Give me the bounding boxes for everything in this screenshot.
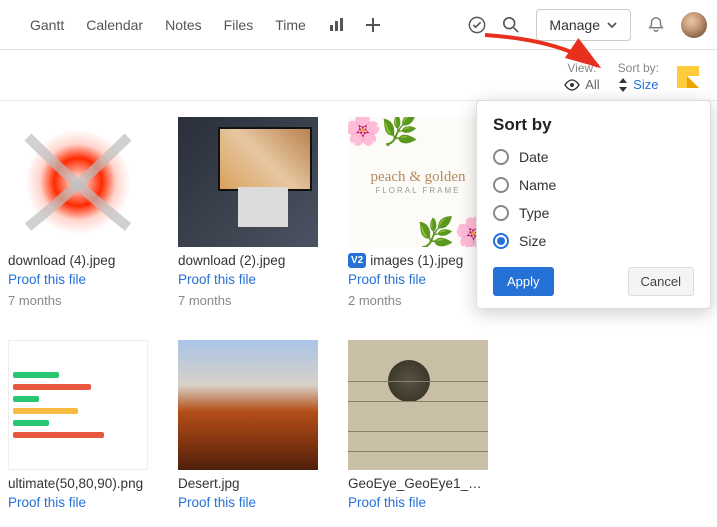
file-name: Desert.jpg bbox=[178, 476, 240, 491]
file-card[interactable]: 🌸🌿 peach & golden FLORAL FRAME 🌿🌸 V2 ima… bbox=[348, 117, 488, 308]
file-age: 7 months bbox=[178, 293, 318, 308]
thumbnail bbox=[178, 117, 318, 247]
search-icon[interactable] bbox=[502, 16, 520, 34]
sort-option-name[interactable]: Name bbox=[493, 177, 694, 193]
sort-popover: Sort by Date Name Type Size Apply Cancel bbox=[476, 100, 711, 309]
sticky-note-icon[interactable] bbox=[677, 66, 699, 88]
eye-icon bbox=[564, 79, 580, 91]
sort-label: Sort by: bbox=[618, 61, 659, 75]
topbar: Gantt Calendar Notes Files Time Manage bbox=[0, 0, 717, 50]
option-label: Size bbox=[519, 233, 546, 249]
popover-title: Sort by bbox=[493, 115, 694, 135]
updown-icon bbox=[618, 78, 628, 92]
proof-link[interactable]: Proof this file bbox=[348, 272, 488, 287]
proof-link[interactable]: Proof this file bbox=[178, 272, 318, 287]
avatar[interactable] bbox=[681, 12, 707, 38]
plus-icon[interactable] bbox=[366, 18, 380, 32]
radio-icon bbox=[493, 149, 509, 165]
view-value: All bbox=[585, 77, 599, 92]
file-age: 7 months bbox=[8, 293, 148, 308]
sort-option-date[interactable]: Date bbox=[493, 149, 694, 165]
tab-time[interactable]: Time bbox=[275, 17, 306, 33]
nav-tabs: Gantt Calendar Notes Files Time bbox=[30, 17, 380, 33]
tab-files[interactable]: Files bbox=[224, 17, 254, 33]
proof-link[interactable]: Proof this file bbox=[8, 495, 148, 510]
option-label: Date bbox=[519, 149, 549, 165]
thumbnail bbox=[8, 340, 148, 470]
floral-title: peach & golden bbox=[371, 169, 466, 186]
proof-link[interactable]: Proof this file bbox=[178, 495, 318, 510]
view-label: View: bbox=[567, 61, 596, 75]
chevron-down-icon bbox=[606, 19, 618, 31]
option-label: Type bbox=[519, 205, 549, 221]
manage-label: Manage bbox=[549, 17, 600, 33]
file-name: ultimate(50,80,90).png bbox=[8, 476, 143, 491]
tab-gantt[interactable]: Gantt bbox=[30, 17, 64, 33]
option-label: Name bbox=[519, 177, 556, 193]
file-name: download (2).jpeg bbox=[178, 253, 285, 268]
floral-subtitle: FLORAL FRAME bbox=[371, 186, 466, 195]
radio-icon bbox=[493, 177, 509, 193]
view-control[interactable]: View: All bbox=[564, 61, 599, 92]
sort-option-size[interactable]: Size bbox=[493, 233, 694, 249]
thumbnail bbox=[348, 340, 488, 470]
tab-calendar[interactable]: Calendar bbox=[86, 17, 143, 33]
file-card[interactable]: GeoEye_GeoEye1_50cm.jpg Proof this file bbox=[348, 340, 488, 510]
subbar: View: All Sort by: Size bbox=[0, 50, 717, 100]
apply-button[interactable]: Apply bbox=[493, 267, 554, 296]
file-card[interactable]: download (2).jpeg Proof this file 7 mont… bbox=[178, 117, 318, 308]
tab-notes[interactable]: Notes bbox=[165, 17, 202, 33]
file-card[interactable]: download (4).jpeg Proof this file 7 mont… bbox=[8, 117, 148, 308]
proof-link[interactable]: Proof this file bbox=[8, 272, 148, 287]
version-badge: V2 bbox=[348, 253, 366, 268]
file-age: 2 months bbox=[348, 293, 488, 308]
proof-link[interactable]: Proof this file bbox=[348, 495, 488, 510]
chart-icon[interactable] bbox=[328, 17, 344, 33]
cancel-button[interactable]: Cancel bbox=[628, 267, 694, 296]
check-circle-icon[interactable] bbox=[468, 16, 486, 34]
file-card[interactable]: Desert.jpg Proof this file bbox=[178, 340, 318, 510]
file-name: images (1).jpeg bbox=[370, 253, 463, 268]
thumbnail: 🌸🌿 peach & golden FLORAL FRAME 🌿🌸 bbox=[348, 117, 488, 247]
file-name: GeoEye_GeoEye1_50cm.jpg bbox=[348, 476, 488, 491]
radio-icon bbox=[493, 233, 509, 249]
file-name: download (4).jpeg bbox=[8, 253, 115, 268]
manage-button[interactable]: Manage bbox=[536, 9, 631, 41]
bell-icon[interactable] bbox=[647, 16, 665, 34]
radio-icon bbox=[493, 205, 509, 221]
sort-option-type[interactable]: Type bbox=[493, 205, 694, 221]
sort-value: Size bbox=[633, 77, 658, 92]
thumbnail bbox=[178, 340, 318, 470]
thumbnail bbox=[8, 117, 148, 247]
topbar-right: Manage bbox=[468, 9, 707, 41]
file-card[interactable]: ultimate(50,80,90).png Proof this file bbox=[8, 340, 148, 510]
sort-control[interactable]: Sort by: Size bbox=[618, 61, 659, 92]
